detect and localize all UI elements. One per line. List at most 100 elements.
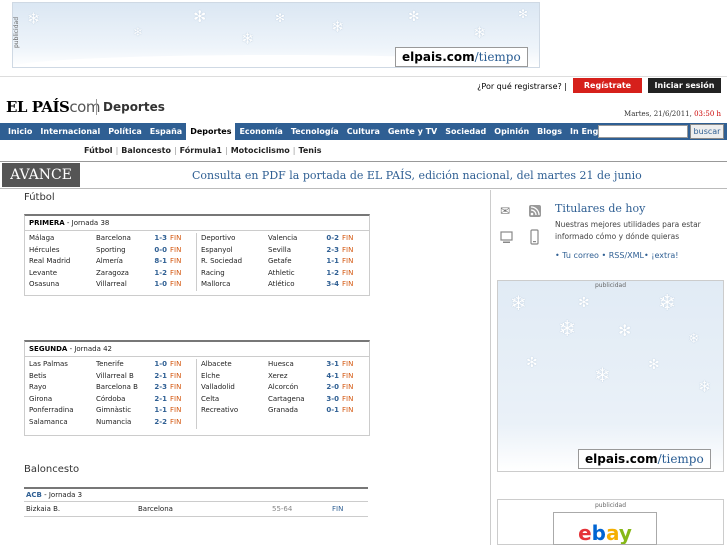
- elpais-logo[interactable]: EL PAÍScom: [6, 98, 100, 116]
- table-row[interactable]: Real Madrid Almería 8-1 FIN: [29, 256, 192, 268]
- snowflake-icon: ❄: [688, 331, 700, 347]
- nav-item-opinion[interactable]: Opinión: [490, 123, 533, 140]
- separator: |: [292, 146, 296, 155]
- table-row[interactable]: Girona Córdoba 2-1 FIN: [29, 394, 192, 406]
- table-row[interactable]: Valladolid Alcorcón 2-0 FIN: [201, 382, 365, 394]
- table-row[interactable]: Mallorca Atlético 3-4 FIN: [201, 279, 365, 291]
- home-team: Osasuna: [29, 280, 60, 289]
- home-team: Deportivo: [201, 234, 236, 242]
- titulares-link[interactable]: Titulares de hoy: [555, 202, 645, 215]
- table-row[interactable]: Deportivo Valencia 0-2 FIN: [201, 233, 365, 245]
- jornada-label: - Jornada 38: [64, 219, 110, 227]
- table-row[interactable]: Málaga Barcelona 1-3 FIN: [29, 233, 192, 245]
- away-team: Getafe: [268, 257, 292, 266]
- nav-item-internacional[interactable]: Internacional: [36, 123, 104, 140]
- league-name[interactable]: SEGUNDA: [29, 345, 67, 353]
- away-team: Almería: [96, 257, 123, 266]
- mobile-icon[interactable]: [530, 229, 539, 245]
- pdf-cover-link[interactable]: Consulta en PDF la portada de EL PAÍS, e…: [192, 169, 642, 182]
- table-row[interactable]: Betis Villarreal B 2-1 FIN: [29, 371, 192, 383]
- match-status: FIN: [342, 268, 354, 277]
- why-register-link[interactable]: ¿Por qué registrarse? |: [477, 82, 567, 91]
- match-score: 3-0: [326, 394, 339, 403]
- subnav-formula1[interactable]: Fórmula1: [180, 146, 222, 155]
- nav-item-gente[interactable]: Gente y TV: [384, 123, 441, 140]
- table-row[interactable]: Ponferradina Gimnàstic 1-1 FIN: [29, 405, 192, 417]
- table-row[interactable]: Albacete Huesca 3-1 FIN: [201, 359, 365, 371]
- home-team: Bizkaia B.: [26, 505, 61, 513]
- subnav-motociclismo[interactable]: Motociclismo: [231, 146, 290, 155]
- table-row[interactable]: Recreativo Granada 0-1 FIN: [201, 405, 365, 417]
- separator: |: [173, 146, 177, 155]
- away-team: Cartagena: [268, 394, 305, 403]
- match-score: 2-2: [154, 417, 167, 426]
- logo-main: EL PAÍS: [6, 98, 70, 116]
- sidebar-weather-ad[interactable]: publicidad ❄ ✻ ❄ ❄ ✻ ❄ ✻ ❄ ✻ ❄ elpais.co…: [497, 280, 724, 472]
- table-row[interactable]: Espanyol Sevilla 2-3 FIN: [201, 245, 365, 257]
- nav-item-politica[interactable]: Política: [104, 123, 146, 140]
- table-row[interactable]: Racing Athletic 1-2 FIN: [201, 268, 365, 280]
- search-button[interactable]: buscar: [690, 124, 724, 139]
- acb-header: ACB - Jornada 3: [24, 489, 368, 502]
- league-name[interactable]: PRIMERA: [29, 219, 65, 227]
- away-team: Sevilla: [268, 245, 292, 254]
- table-row[interactable]: R. Sociedad Getafe 1-1 FIN: [201, 256, 365, 268]
- mail-icon[interactable]: ✉: [500, 204, 510, 218]
- match-status: FIN: [332, 505, 344, 513]
- match-score: 55-64: [272, 505, 293, 513]
- segunda-results-table: SEGUNDA - Jornada 42 Las Palmas Tenerife 1…: [24, 340, 370, 436]
- search-input[interactable]: [598, 125, 688, 138]
- subnav-futbol[interactable]: Fútbol: [84, 146, 113, 155]
- utility-links[interactable]: • Tu correo • RSS/XML• ¡extra!: [555, 251, 679, 260]
- section-title: Deportes: [103, 100, 165, 114]
- snowflake-icon: ❄: [510, 291, 527, 315]
- snowflake-icon: ✻: [648, 357, 660, 373]
- computer-icon[interactable]: [500, 231, 513, 244]
- table-row[interactable]: Salamanca Numancia 2-2 FIN: [29, 417, 192, 429]
- top-weather-ad[interactable]: publicidad ❄ ❄ ✻ ❄ ✻ ❄ ✻ ❄ ✻ elpais.com/…: [12, 2, 540, 68]
- league-name[interactable]: ACB: [26, 491, 42, 499]
- why-register-text: ¿Por qué registrarse?: [477, 82, 562, 91]
- nav-item-tecnologia[interactable]: Tecnología: [287, 123, 343, 140]
- segunda-header: SEGUNDA - Jornada 42: [25, 342, 369, 357]
- match-score: 1-2: [154, 268, 167, 277]
- match-score: 0-0: [154, 245, 167, 254]
- home-team: Salamanca: [29, 417, 68, 426]
- home-team: Las Palmas: [29, 360, 68, 368]
- table-row[interactable]: Las Palmas Tenerife 1-0 FIN: [29, 359, 192, 371]
- table-row[interactable]: Hércules Sporting 0-0 FIN: [29, 245, 192, 257]
- primera-header: PRIMERA - Jornada 38: [25, 216, 369, 231]
- nav-item-sociedad[interactable]: Sociedad: [441, 123, 490, 140]
- nav-item-cultura[interactable]: Cultura: [343, 123, 384, 140]
- login-button[interactable]: Iniciar sesión: [648, 78, 721, 93]
- table-row[interactable]: Levante Zaragoza 1-2 FIN: [29, 268, 192, 280]
- table-row[interactable]: Celta Cartagena 3-0 FIN: [201, 394, 365, 406]
- nav-item-deportes[interactable]: Deportes: [186, 123, 236, 140]
- nav-item-espana[interactable]: España: [146, 123, 186, 140]
- subnav-tenis[interactable]: Tenis: [298, 146, 321, 155]
- table-row[interactable]: Elche Xerez 4-1 FIN: [201, 371, 365, 383]
- table-row[interactable]: Bizkaia B. Barcelona 55-64 FIN: [24, 502, 368, 516]
- home-team: Elche: [201, 371, 220, 380]
- match-score: 4-1: [326, 371, 339, 380]
- away-team: Atlético: [268, 280, 295, 289]
- table-row[interactable]: Rayo Barcelona B 2-3 FIN: [29, 382, 192, 394]
- nav-item-inicio[interactable]: Inicio: [4, 123, 36, 140]
- separator: |: [224, 146, 228, 155]
- match-score: 0-1: [326, 406, 339, 415]
- match-score: 1-0: [154, 360, 167, 368]
- nav-item-economia[interactable]: Economía: [235, 123, 286, 140]
- results-column: Albacete Huesca 3-1 FIN Elche Xerez 4-1 FIN Vall…: [197, 359, 369, 429]
- ebay-logo[interactable]: ebay: [553, 512, 657, 545]
- subnav-baloncesto[interactable]: Baloncesto: [121, 146, 171, 155]
- rss-icon[interactable]: [529, 205, 541, 217]
- home-team: Rayo: [29, 383, 47, 392]
- match-status: FIN: [342, 383, 354, 392]
- table-row[interactable]: Osasuna Villarreal 1-0 FIN: [29, 279, 192, 291]
- register-button[interactable]: Regístrate: [573, 78, 642, 93]
- snowflake-icon: ❄: [331, 17, 345, 36]
- home-team: Espanyol: [201, 245, 233, 254]
- nav-item-blogs[interactable]: Blogs: [533, 123, 566, 140]
- away-team: Sporting: [96, 245, 126, 254]
- ebay-logo-text: ebay: [578, 521, 632, 545]
